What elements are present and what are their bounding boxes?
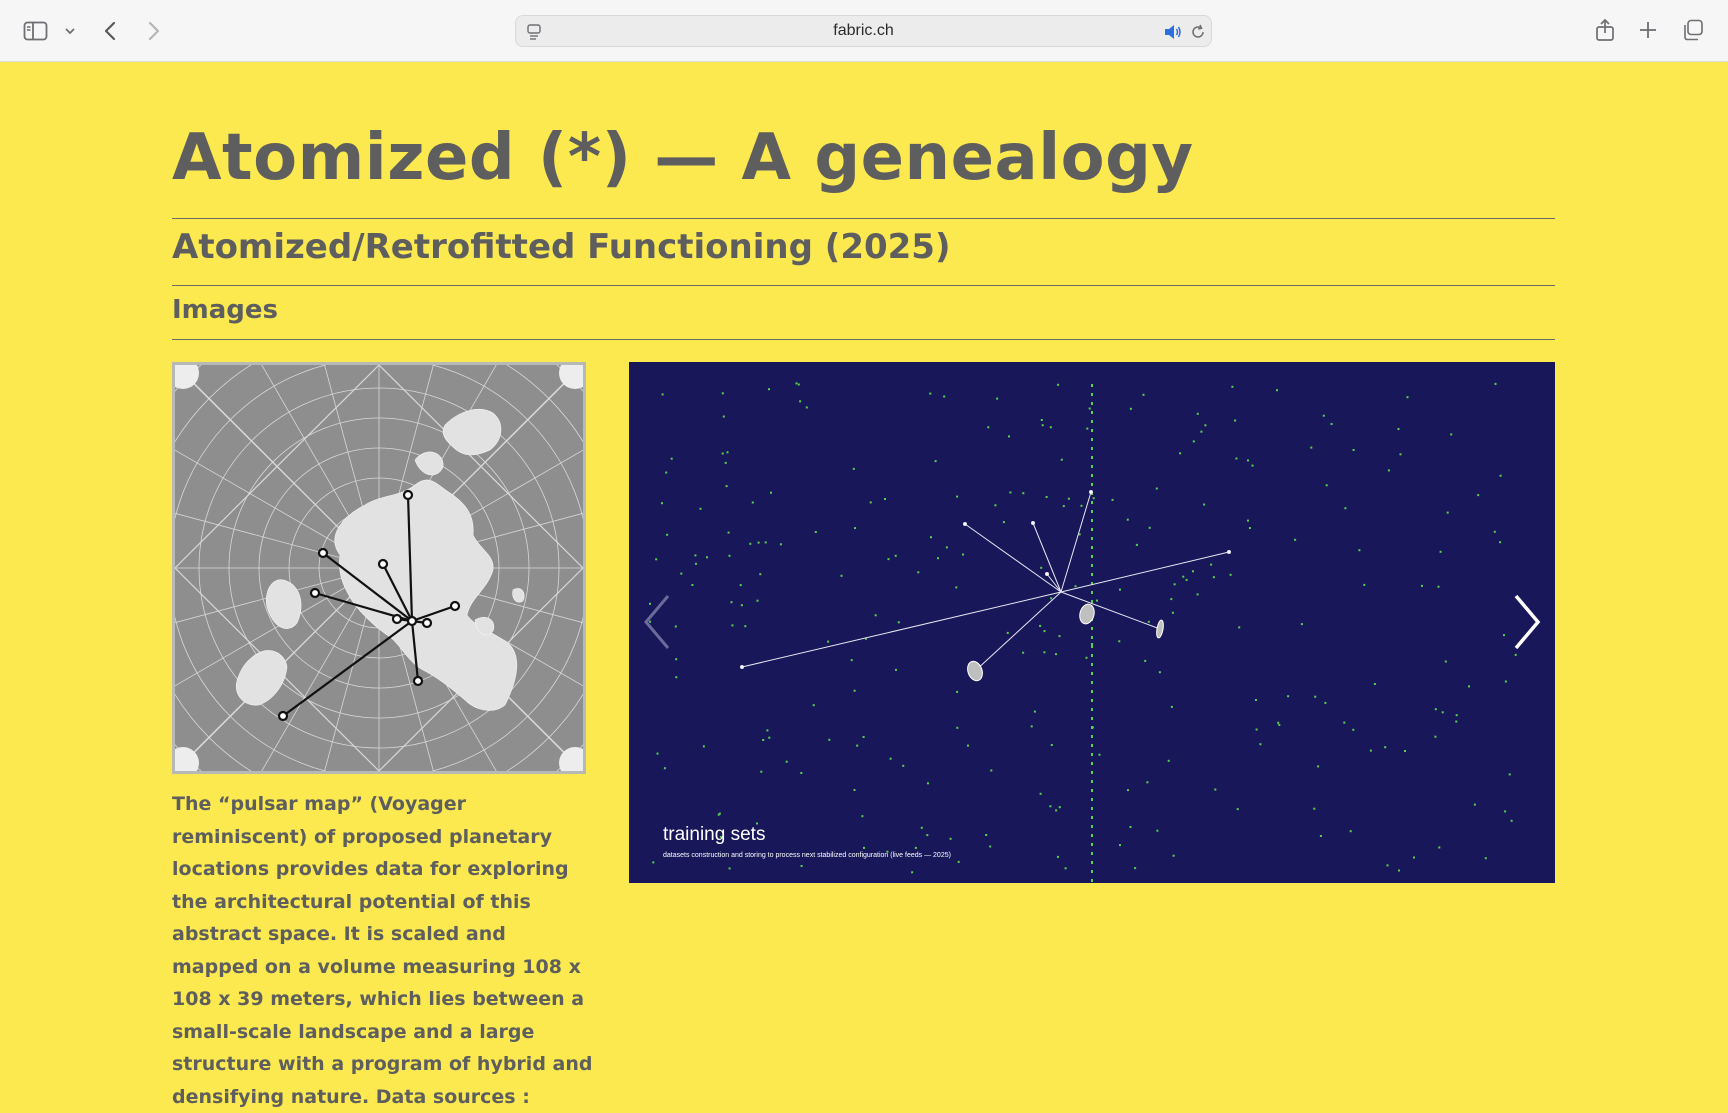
chevron-left-icon: [644, 595, 670, 649]
pulsar-map-image[interactable]: [172, 362, 586, 774]
chevron-down-icon[interactable]: [62, 24, 78, 38]
audio-icon[interactable]: [1163, 22, 1183, 42]
next-slide-button[interactable]: [1507, 592, 1547, 652]
prev-slide-button[interactable]: [637, 592, 677, 652]
image-slideshow[interactable]: training sets datasets construction and …: [629, 362, 1555, 883]
section-divider: [172, 339, 1555, 340]
reload-icon[interactable]: [1188, 22, 1208, 42]
share-icon[interactable]: [1592, 16, 1618, 44]
slide-caption-subtitle: datasets construction and storing to pro…: [663, 852, 951, 859]
page-subtitle: Atomized/Retrofitted Functioning (2025): [172, 227, 951, 267]
slide-caption-title: training sets: [663, 824, 766, 845]
sidebar-toggle-icon[interactable]: [22, 18, 50, 44]
address-bar[interactable]: fabric.ch: [515, 15, 1212, 47]
tab-overview-icon[interactable]: [1680, 17, 1706, 43]
chevron-right-icon: [1514, 594, 1541, 650]
image-description: The “pulsar map” (Voyager reminiscent) o…: [172, 793, 593, 1108]
browser-toolbar: fabric.ch: [0, 0, 1728, 62]
title-divider: [172, 218, 1555, 219]
section-heading: Images: [172, 295, 279, 325]
subtitle-divider: [172, 285, 1555, 286]
forward-icon[interactable]: [142, 18, 166, 44]
back-icon[interactable]: [98, 18, 122, 44]
url-text[interactable]: fabric.ch: [516, 22, 1211, 40]
web-page: Atomized (*) — A genealogy Atomized/Retr…: [0, 62, 1728, 1108]
page-title: Atomized (*) — A genealogy: [172, 121, 1194, 195]
new-tab-icon[interactable]: [1636, 18, 1660, 42]
